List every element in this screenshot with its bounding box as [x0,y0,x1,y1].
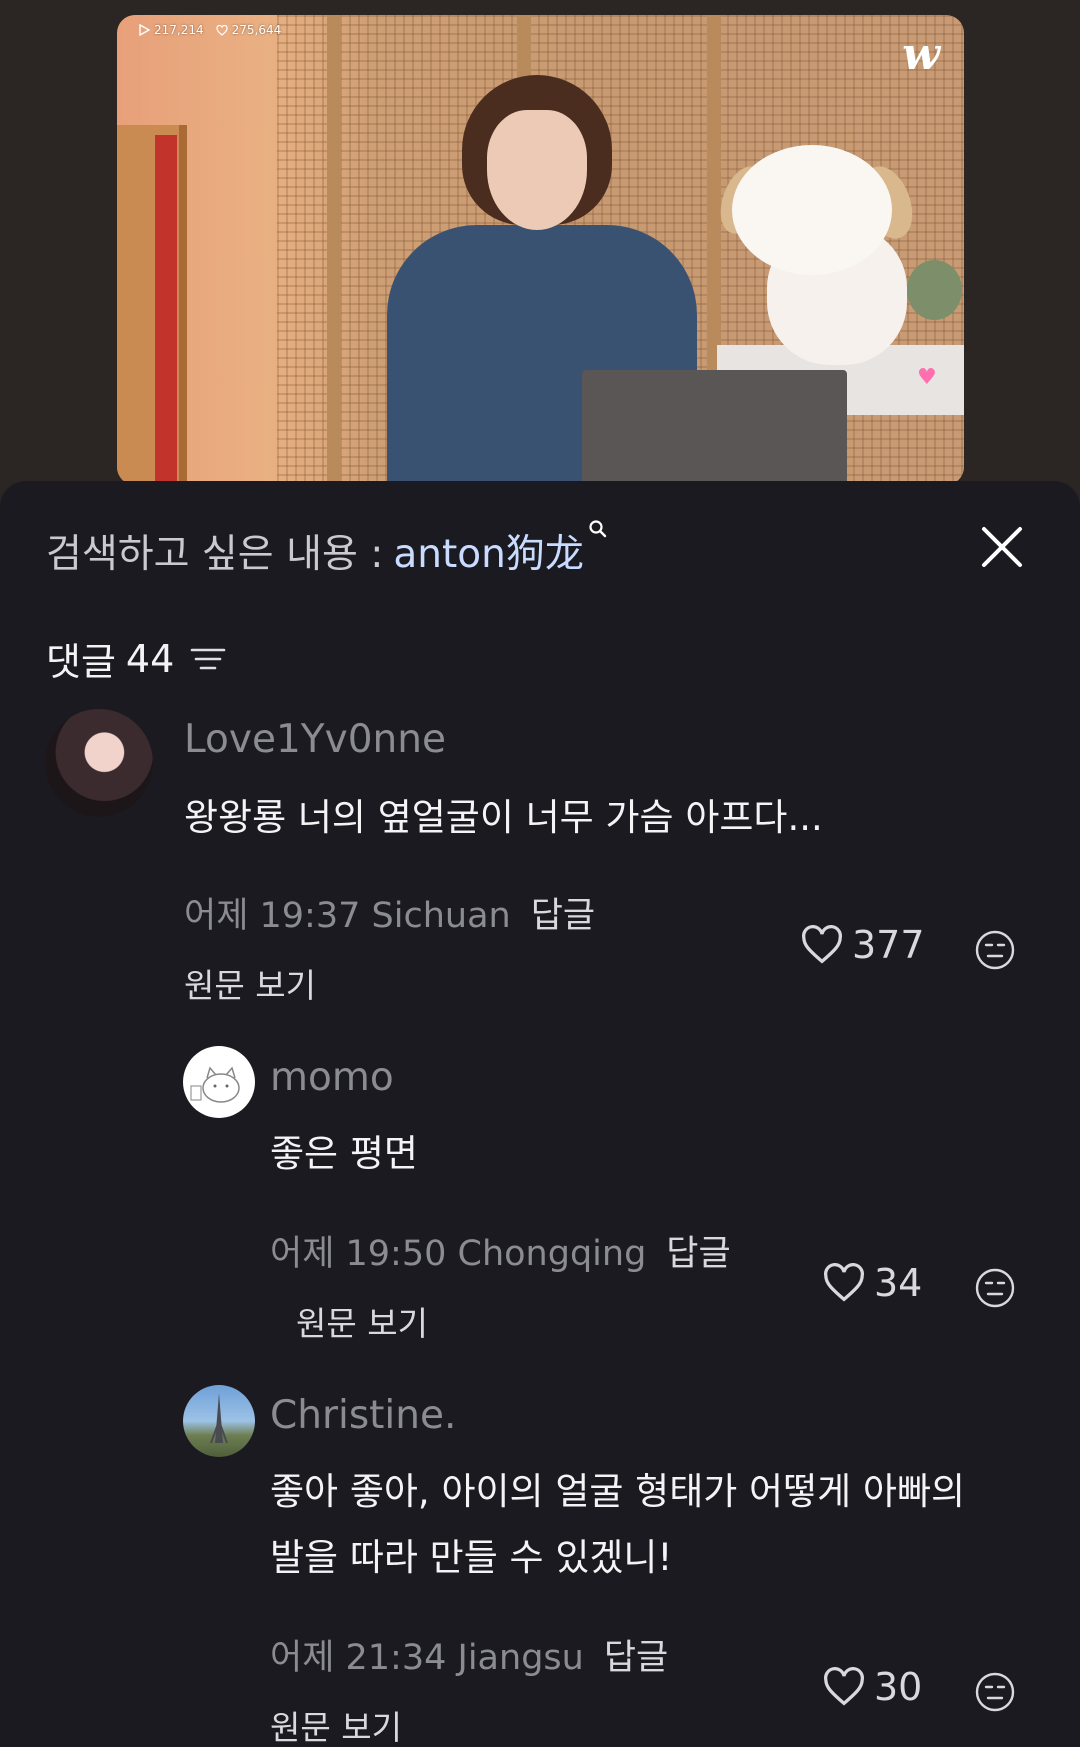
plush-toy-head [732,145,892,275]
comment-text: 왕왕룡 너의 옆얼굴이 너무 가슴 아프다... [184,796,823,839]
play-icon [139,24,150,36]
heart-outline-icon [824,1263,864,1302]
views-count: 217,214 [154,23,204,37]
heart-outline-icon [824,1667,864,1706]
comment-meta: 어제 19:50 Chongqing 답글 [270,1225,731,1276]
background-frame-bar [327,15,341,485]
comments-label: 댓글 [46,640,116,684]
reply-button[interactable]: 답글 [604,1638,668,1678]
video-stats: 217,214 275,644 [139,23,281,37]
search-term[interactable]: anton狗龙 [393,523,584,579]
heart-outline-icon [802,925,842,964]
search-suggestion[interactable]: 검색하고 싶은 내용 : anton狗龙 [46,520,608,579]
search-label: 검색하고 싶은 내용 : [46,532,384,577]
like-count: 30 [874,1665,923,1709]
search-icon[interactable] [588,519,608,541]
floating-heart-icon: ♥ [917,365,937,390]
like-button[interactable]: 34 [822,1261,922,1305]
reaction-emoji-icon[interactable] [974,929,1016,971]
cat-illustration-icon [190,1066,240,1103]
comment-text: 좋은 평면 [270,1132,418,1175]
view-original-button[interactable]: 원문 보기 [270,1701,402,1747]
comment-username[interactable]: Love1Yv0nne [184,717,446,762]
eiffel-tower-icon [210,1393,228,1444]
comment-meta-text: 어제 21:34 Jiangsu [270,1638,584,1678]
comment-text-line: 발을 따라 만들 수 있겠니! [270,1536,673,1579]
heart-outline-icon [216,24,228,36]
comments-number: 44 [125,636,175,681]
reply-button[interactable]: 답글 [531,896,595,936]
like-count: 34 [874,1261,923,1305]
avatar[interactable] [183,1046,255,1118]
close-icon[interactable] [978,523,1026,571]
like-count: 377 [852,923,925,967]
comments-count: 댓글 44 [46,631,226,686]
comments-sheet: 검색하고 싶은 내용 : anton狗龙 댓글 44 Love1Yv0nne 왕… [0,481,1080,1747]
comment-text-line: 좋아 좋아, 아이의 얼굴 형태가 어떻게 아빠의 [270,1470,966,1513]
sort-icon[interactable] [190,644,226,674]
like-button[interactable]: 30 [822,1665,922,1709]
reaction-emoji-icon[interactable] [974,1267,1016,1309]
likes-count: 275,644 [231,23,282,37]
like-button[interactable]: 377 [800,923,925,967]
view-original-button[interactable]: 원문 보기 [184,959,316,1007]
comment-username[interactable]: momo [270,1055,394,1100]
likes-stat: 275,644 [216,23,282,37]
person-face [487,110,587,230]
avatar[interactable] [45,709,153,817]
reaction-emoji-icon[interactable] [974,1671,1016,1713]
view-original-button[interactable]: 원문 보기 [296,1297,428,1345]
weverse-logo: w [902,29,940,80]
plant [907,260,962,320]
views-stat: 217,214 [139,23,204,37]
laptop [582,370,847,485]
avatar[interactable] [183,1385,255,1457]
comment-meta-text: 어제 19:37 Sichuan [184,896,511,936]
reply-button[interactable]: 답글 [666,1234,730,1274]
video-player[interactable]: 217,214 275,644 w ♥ [117,15,964,485]
background-shelf-panel [155,135,177,485]
comment-username[interactable]: Christine. [270,1393,456,1438]
comment-meta: 어제 21:34 Jiangsu 답글 [270,1629,668,1680]
comment-meta: 어제 19:37 Sichuan 답글 [184,887,595,938]
comment-meta-text: 어제 19:50 Chongqing [270,1234,647,1274]
